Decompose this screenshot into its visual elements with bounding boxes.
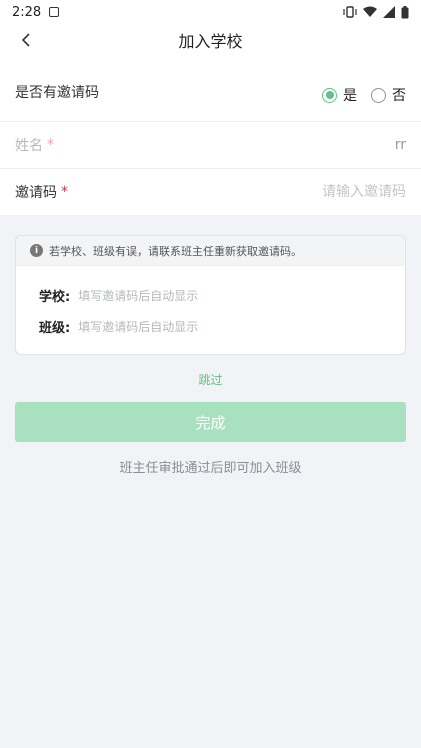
- invite-code-required-mark: *: [61, 184, 68, 200]
- invite-question-label: 是否有邀请码: [15, 85, 99, 101]
- invite-code-row: 邀请码 *: [0, 168, 421, 215]
- class-line: 班级: 填写邀请码后自动显示: [16, 317, 405, 336]
- signal-icon: [383, 6, 395, 18]
- name-label: 姓名: [15, 138, 43, 154]
- status-time: 2:28: [12, 4, 42, 20]
- wifi-icon: [363, 6, 377, 17]
- join-form: 是否有邀请码 是 否 姓名 * rr 邀请码 *: [0, 56, 421, 215]
- radio-yes[interactable]: 是: [322, 85, 357, 105]
- notification-icon: [49, 7, 60, 17]
- class-value: 填写邀请码后自动显示: [78, 320, 199, 334]
- back-button[interactable]: [12, 26, 40, 54]
- radio-no[interactable]: 否: [371, 85, 406, 105]
- radio-yes-label: 是: [343, 88, 357, 104]
- status-icons: [343, 5, 409, 19]
- school-label: 学校:: [39, 290, 71, 305]
- invite-radio-group: 是 否: [322, 85, 406, 105]
- info-icon: i: [30, 244, 43, 257]
- status-bar: 2:28: [0, 0, 421, 24]
- name-field[interactable]: rr: [395, 137, 406, 153]
- invite-question-row: 是否有邀请码 是 否: [0, 70, 421, 114]
- class-info-card: i 若学校、班级有误，请联系班主任重新获取邀请码。 学校: 填写邀请码后自动显示…: [15, 235, 406, 355]
- approval-hint: 班主任审批通过后即可加入班级: [119, 461, 302, 476]
- school-line: 学校: 填写邀请码后自动显示: [16, 286, 405, 305]
- radio-checked-icon: [322, 87, 337, 103]
- chevron-left-icon: [21, 33, 30, 47]
- notice-text: 若学校、班级有误，请联系班主任重新获取邀请码。: [49, 244, 302, 258]
- nav-bar: 加入学校: [0, 24, 421, 56]
- invite-code-label: 邀请码: [15, 185, 57, 201]
- notice-bar: i 若学校、班级有误，请联系班主任重新获取邀请码。: [16, 236, 405, 266]
- invite-code-input[interactable]: [206, 184, 406, 200]
- radio-no-label: 否: [392, 88, 406, 104]
- skip-link[interactable]: 跳过: [0, 371, 421, 388]
- name-row: 姓名 * rr: [0, 121, 421, 168]
- vibrate-icon: [343, 6, 357, 18]
- name-required-mark: *: [47, 137, 54, 153]
- radio-unchecked-icon: [371, 87, 386, 103]
- battery-icon: [401, 5, 409, 18]
- done-button[interactable]: 完成: [15, 402, 406, 442]
- class-label: 班级:: [39, 321, 71, 336]
- page-title: 加入学校: [178, 32, 243, 51]
- school-value: 填写邀请码后自动显示: [78, 289, 199, 303]
